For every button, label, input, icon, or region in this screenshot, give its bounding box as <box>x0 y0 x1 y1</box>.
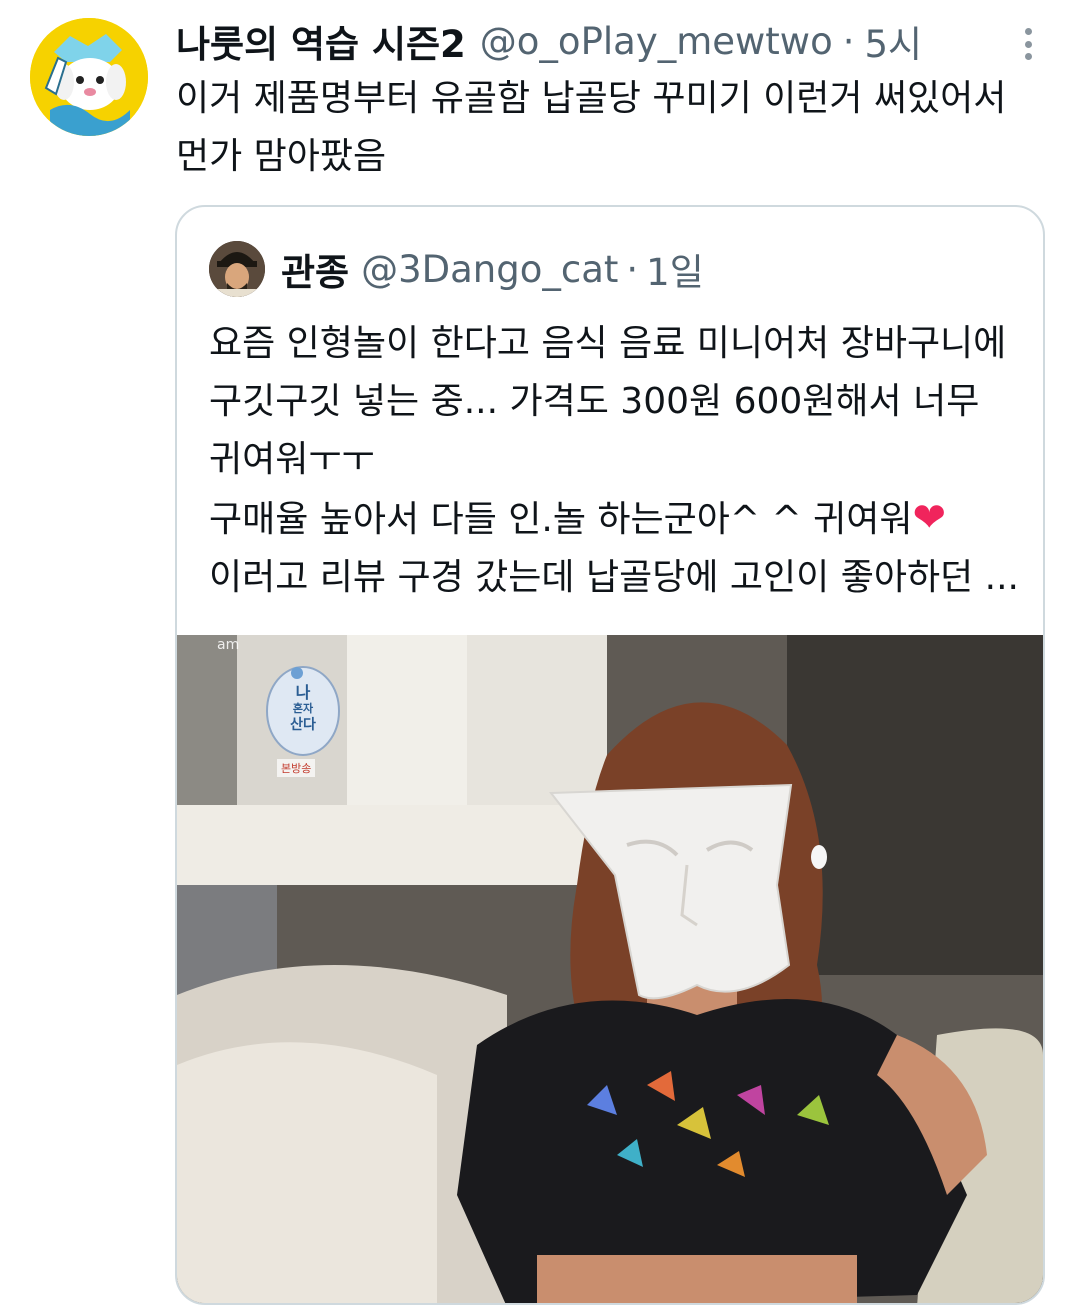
separator-dot: · <box>626 247 639 291</box>
quoted-text-line: 요즘 인형놀이 한다고 음식 음료 미니어처 장바구니에 <box>209 323 1007 364</box>
quoted-tweet-header: 관종 @3Dango_cat · 1일 <box>209 239 704 299</box>
tweet-header: 나룻의 역습 시즌2 @o_oPlay_mewtwo · 5시 <box>176 18 1010 67</box>
quoted-author-handle: @3Dango_cat <box>361 247 619 291</box>
broadcast-logo-line: 나 <box>295 683 311 702</box>
heart-emoji-icon: ❤ <box>912 495 946 541</box>
tweet-text-line: 이거 제품명부터 유골함 납골당 꾸미기 이런거 써있어서 <box>176 78 1007 119</box>
quoted-tweet-card[interactable]: 관종 @3Dango_cat · 1일 요즘 인형놀이 한다고 음식 음료 미니… <box>175 205 1045 1305</box>
watermark-text: am <box>217 637 240 653</box>
historical-drama-actor-avatar-icon <box>209 241 265 297</box>
broadcast-logo-line: 산다 <box>290 717 316 733</box>
quoted-tweet-image[interactable]: 나 혼자 산다 본방송 am <box>177 635 1043 1303</box>
author-handle[interactable]: @o_oPlay_mewtwo <box>480 20 833 63</box>
ellipsis-dot <box>1024 53 1032 60</box>
quoted-tweet-text: 요즘 인형놀이 한다고 음식 음료 미니어처 장바구니에 구깃구깃 넣는 중..… <box>209 315 1029 607</box>
separator-dot: · <box>842 19 855 63</box>
quoted-text-line: 구매율 높아서 다들 인.놀 하는군아^ ^ 귀여워 <box>209 499 913 540</box>
broadcast-logo-line: 혼자 <box>292 702 314 715</box>
cartoon-puppy-avatar-icon <box>30 18 148 136</box>
quoted-text-line: 구깃구깃 넣는 중... 가격도 300원 600원해서 너무 <box>209 381 980 422</box>
author-avatar[interactable] <box>30 18 148 136</box>
author-name[interactable]: 나룻의 역습 시즌2 <box>176 14 466 68</box>
rerun-badge: 본방송 <box>277 759 316 777</box>
ellipsis-dot <box>1024 40 1032 48</box>
vertical-ellipsis-icon <box>1024 28 1032 35</box>
quoted-text-line-with-heart: 구매율 높아서 다들 인.놀 하는군아^ ^ 귀여워❤ <box>209 489 1029 549</box>
rerun-badge-text: 본방송 <box>281 762 312 775</box>
tv-show-still-woman-with-paper-face-cover-icon <box>177 635 1043 1303</box>
tweet-timestamp[interactable]: 5시 <box>864 14 922 68</box>
quoted-author-name: 관종 <box>281 251 350 294</box>
tweet-text-line: 먼가 맘아팠음 <box>176 136 387 177</box>
channel-watermark: am <box>217 637 239 653</box>
quoted-text-line: 귀여워ㅜㅜ <box>209 439 375 480</box>
more-options-button[interactable] <box>1014 24 1042 64</box>
broadcast-logo: 나 혼자 산다 <box>271 683 335 734</box>
quoted-timestamp: 1일 <box>646 251 704 294</box>
quoted-author-avatar <box>209 241 265 297</box>
quoted-text-line-truncated: 이러고 리뷰 구경 갔는데 납골당에 고인이 좋아하던 ... <box>209 557 1019 598</box>
tweet-text: 이거 제품명부터 유골함 납골당 꾸미기 이런거 써있어서 먼가 맘아팠음 <box>176 70 1036 186</box>
